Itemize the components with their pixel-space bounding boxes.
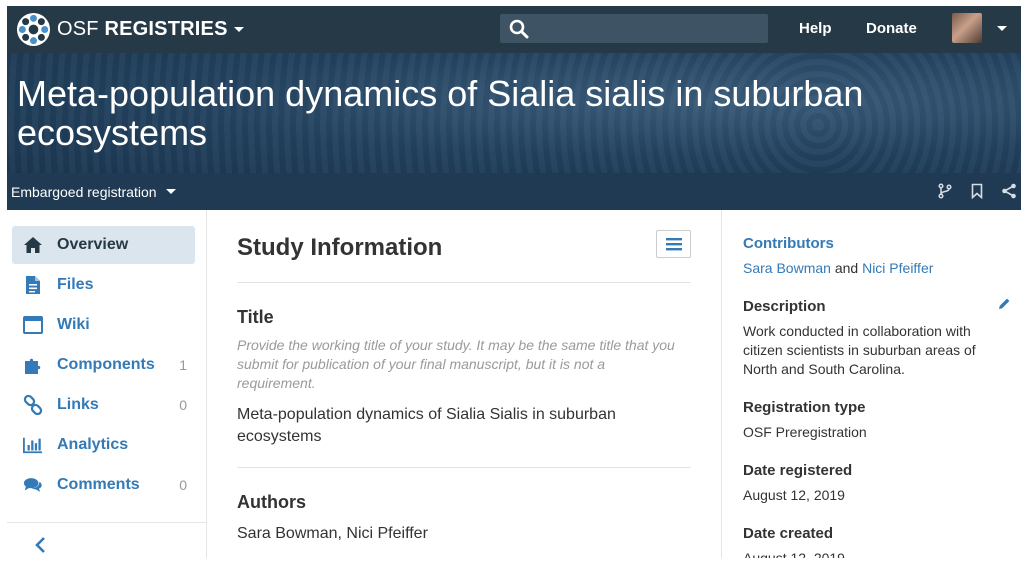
search-icon [509, 19, 529, 38]
brand-name: OSF REGISTRIES [57, 18, 228, 41]
sidebar-item-count: 1 [179, 357, 187, 373]
file-icon [23, 275, 43, 295]
contributor-link[interactable]: Sara Bowman [743, 260, 831, 276]
section-title: Study Information [237, 234, 442, 262]
comments-icon [23, 475, 43, 495]
top-navbar: OSF REGISTRIES Help Donate [7, 6, 1021, 53]
search-input[interactable] [535, 20, 768, 37]
sidebar-item-label: Analytics [57, 436, 129, 453]
sidebar-item-label: Components [57, 356, 155, 373]
brand-name-bold: REGISTRIES [104, 18, 228, 40]
sidebar-item-label: Comments [57, 476, 140, 493]
puzzle-icon [23, 355, 43, 375]
sidebar-item-components[interactable]: Components 1 [12, 346, 195, 384]
contributor-link[interactable]: Nici Pfeiffer [862, 260, 933, 276]
sidebar-item-overview[interactable]: Overview [12, 226, 195, 264]
registration-details: Contributors Sara Bowman and Nici Pfeiff… [721, 210, 1021, 558]
donate-link[interactable]: Donate [866, 20, 917, 37]
sidebar-item-label: Wiki [57, 316, 90, 333]
chevron-down-icon [165, 189, 176, 194]
contributors-list: Sara Bowman and Nici Pfeiffer [743, 259, 1003, 278]
authors-field-label: Authors [237, 492, 306, 512]
user-menu-chevron-icon[interactable] [997, 26, 1007, 31]
description-value: Work conducted in collaboration with cit… [743, 323, 976, 377]
brand-name-light: OSF [57, 18, 99, 40]
sidebar-divider [7, 522, 206, 523]
subbar-actions [937, 183, 1017, 200]
bar-chart-icon [23, 435, 43, 455]
authors-field-value: Sara Bowman, Nici Pfeiffer [237, 525, 428, 542]
sidebar-item-label: Links [57, 396, 99, 413]
title-field-help: Provide the working title of your study.… [237, 337, 675, 391]
contributors-heading[interactable]: Contributors [743, 235, 834, 252]
sidebar-item-comments[interactable]: Comments 0 [12, 466, 195, 504]
title-field-label: Title [237, 307, 274, 327]
sidebar-item-count: 0 [179, 397, 187, 413]
search-box[interactable] [500, 14, 768, 43]
registration-status-dropdown[interactable]: Embargoed registration [11, 184, 176, 200]
date-created-heading: Date created [743, 525, 834, 542]
app-frame: OSF REGISTRIES Help Donate Meta-populati… [7, 6, 1021, 558]
hamburger-icon [665, 238, 682, 251]
divider [237, 282, 691, 283]
sidebar-item-wiki[interactable]: Wiki [12, 306, 195, 344]
project-sidebar: Overview Files Wiki Components 1 Links 0… [7, 210, 207, 558]
registration-status-label: Embargoed registration [11, 183, 157, 200]
sidebar-item-count: 0 [179, 477, 187, 493]
sidebar-item-analytics[interactable]: Analytics [12, 426, 195, 464]
date-created-value: August 12, 2019 [743, 550, 845, 558]
section-menu-button[interactable] [656, 230, 691, 258]
bookmark-icon[interactable] [969, 183, 985, 200]
chevron-down-icon [233, 27, 244, 32]
edit-pencil-icon[interactable] [998, 297, 1011, 315]
divider [237, 467, 691, 468]
page-title: Meta-population dynamics of Sialia siali… [17, 73, 864, 153]
date-registered-heading: Date registered [743, 462, 853, 479]
share-icon[interactable] [1001, 183, 1017, 199]
date-registered-value: August 12, 2019 [743, 487, 845, 503]
collapse-sidebar-chevron-left-icon[interactable] [34, 536, 46, 558]
sidebar-item-links[interactable]: Links 0 [12, 386, 195, 424]
contributors-and: and [834, 260, 859, 276]
section-title-text: Study Information [237, 234, 443, 261]
sidebar-item-files[interactable]: Files [12, 266, 195, 304]
window-icon [23, 315, 43, 335]
sidebar-item-label: Overview [57, 236, 129, 253]
title-field-value: Meta-population dynamics of Sialia Siali… [237, 406, 616, 445]
registration-subbar: Embargoed registration [7, 173, 1021, 210]
registries-menu[interactable]: OSF REGISTRIES [16, 12, 244, 47]
registration-type-heading: Registration type [743, 399, 866, 416]
main-content: Study Information Title Provide the work… [237, 210, 691, 558]
home-icon [23, 235, 43, 255]
registration-banner: Meta-population dynamics of Sialia siali… [7, 53, 1021, 173]
osf-logo-icon [16, 12, 51, 47]
sidebar-item-label: Files [57, 276, 94, 293]
help-link[interactable]: Help [799, 20, 832, 37]
avatar[interactable] [952, 13, 982, 43]
description-heading: Description [743, 298, 826, 315]
registration-type-value: OSF Preregistration [743, 424, 867, 440]
link-icon [23, 395, 43, 415]
fork-icon[interactable] [937, 183, 953, 199]
